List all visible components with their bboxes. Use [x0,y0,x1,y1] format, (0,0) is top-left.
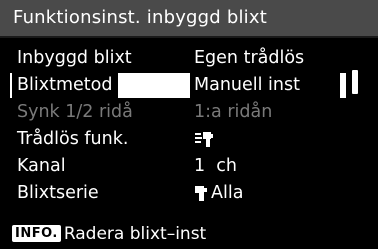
scrollbar-thumb[interactable] [352,70,358,94]
menu-item-blixtserie[interactable]: Blixtserie Alla [10,181,346,206]
menu-item-label: Trådlös funk. [17,129,129,149]
title-bar: Funktionsinst. inbyggd blixt [0,0,378,38]
menu-item-blixtmetod[interactable]: Blixtmetod Manuell inst [10,73,346,98]
menu-item-value: 1:a ridån [194,102,273,122]
flash-settings-menu: Inbyggd blixt Egen trådlös Blixtmetod Ma… [10,46,346,208]
menu-item-label: Blixtserie [17,183,99,203]
menu-item-inbyggd-blixt[interactable]: Inbyggd blixt Egen trådlös [10,46,346,71]
menu-item-value: Alla [194,181,243,206]
page-title: Funktionsinst. inbyggd blixt [13,7,267,28]
menu-item-tradlos-funk[interactable]: Trådlös funk. [10,127,346,152]
menu-item-label: Synk 1/2 ridå [17,102,133,122]
menu-item-synk-rida: Synk 1/2 ridå 1:a ridån [10,100,346,125]
flash-group-value: Alla [211,183,244,203]
wireless-flash-icon [195,132,213,147]
menu-item-value [194,127,216,152]
menu-item-label: Inbyggd blixt [17,48,132,68]
menu-item-kanal[interactable]: Kanal 1 ch [10,154,346,179]
menu-item-value: 1 ch [194,156,237,176]
flash-unit-icon [195,186,207,201]
info-button-icon: INFO. [12,225,61,242]
menu-item-value: Manuell inst [190,73,340,98]
footer-text: Radera blixt–inst [63,224,207,244]
menu-item-label: Blixtmetod [12,73,119,98]
footer-hint: INFO. Radera blixt–inst [12,223,206,245]
menu-item-label: Kanal [17,156,66,176]
menu-item-value: Egen trådlös [194,48,305,68]
